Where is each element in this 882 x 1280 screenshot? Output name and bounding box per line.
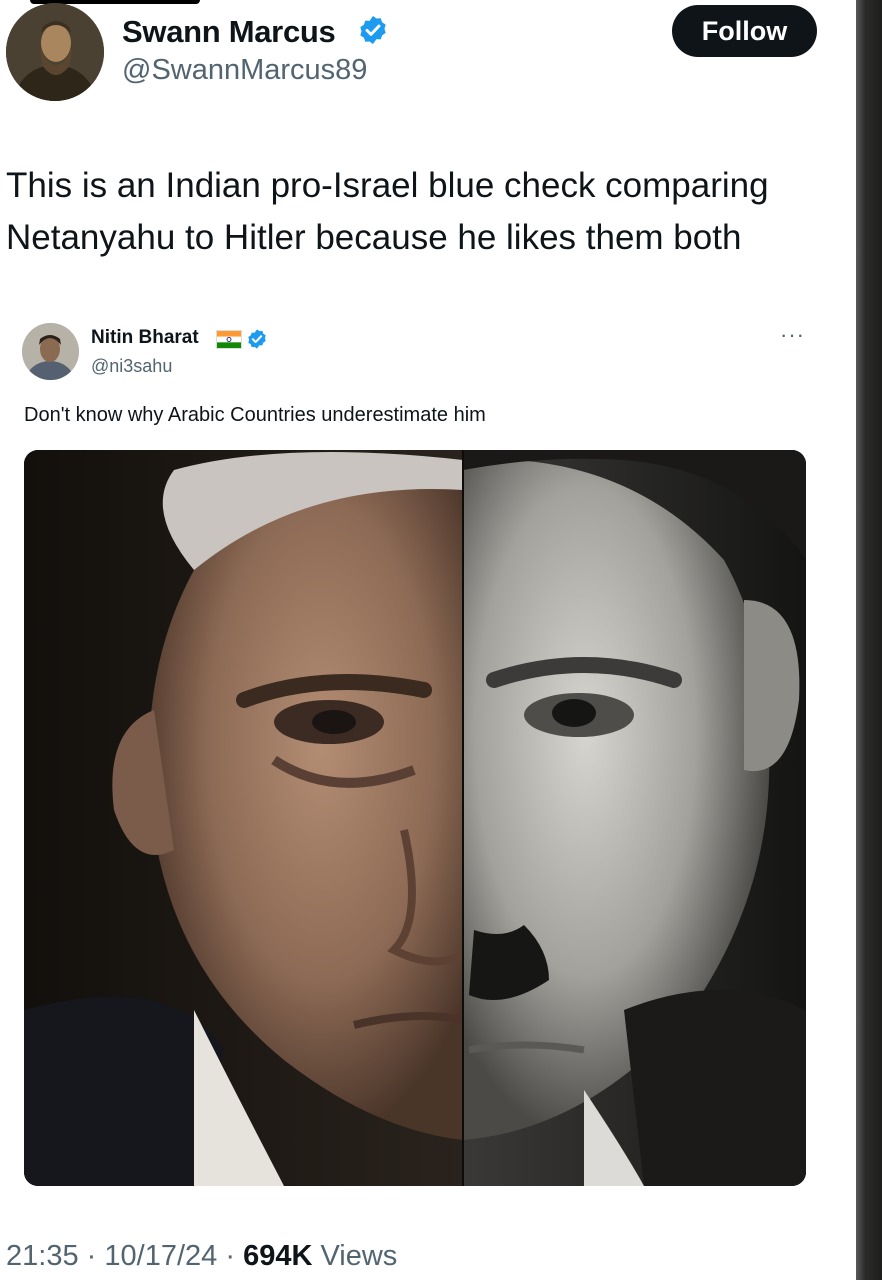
- quoted-author-name[interactable]: Nitin Bharat: [91, 327, 199, 349]
- tweet-date[interactable]: 10/17/24: [104, 1240, 217, 1272]
- author-handle[interactable]: @SwannMarcus89: [122, 54, 367, 87]
- quoted-author-avatar[interactable]: [22, 323, 79, 380]
- india-flag-icon: [216, 330, 242, 349]
- screen-edge: [856, 0, 882, 1280]
- tweet-metadata: 21:35 · 10/17/24 · 694K Views: [6, 1240, 397, 1273]
- author-name[interactable]: Swann Marcus: [122, 14, 336, 50]
- follow-button[interactable]: Follow: [672, 5, 817, 57]
- meta-separator: ·: [225, 1240, 235, 1272]
- views-label: Views: [320, 1240, 398, 1272]
- quoted-media-image[interactable]: [24, 450, 806, 1186]
- author-avatar[interactable]: [6, 3, 104, 101]
- views-count: 694K: [243, 1240, 313, 1272]
- tweet-text: This is an Indian pro-Israel blue check …: [6, 166, 769, 257]
- meta-separator: ·: [86, 1240, 97, 1272]
- quoted-verified-badge-icon: [248, 329, 266, 349]
- verified-badge-icon: [360, 16, 386, 44]
- more-options-icon[interactable]: ···: [780, 322, 805, 348]
- quoted-author-handle[interactable]: @ni3sahu: [91, 356, 172, 377]
- quoted-tweet-text: Don't know why Arabic Countries underest…: [24, 404, 486, 426]
- tweet-time[interactable]: 21:35: [6, 1240, 79, 1272]
